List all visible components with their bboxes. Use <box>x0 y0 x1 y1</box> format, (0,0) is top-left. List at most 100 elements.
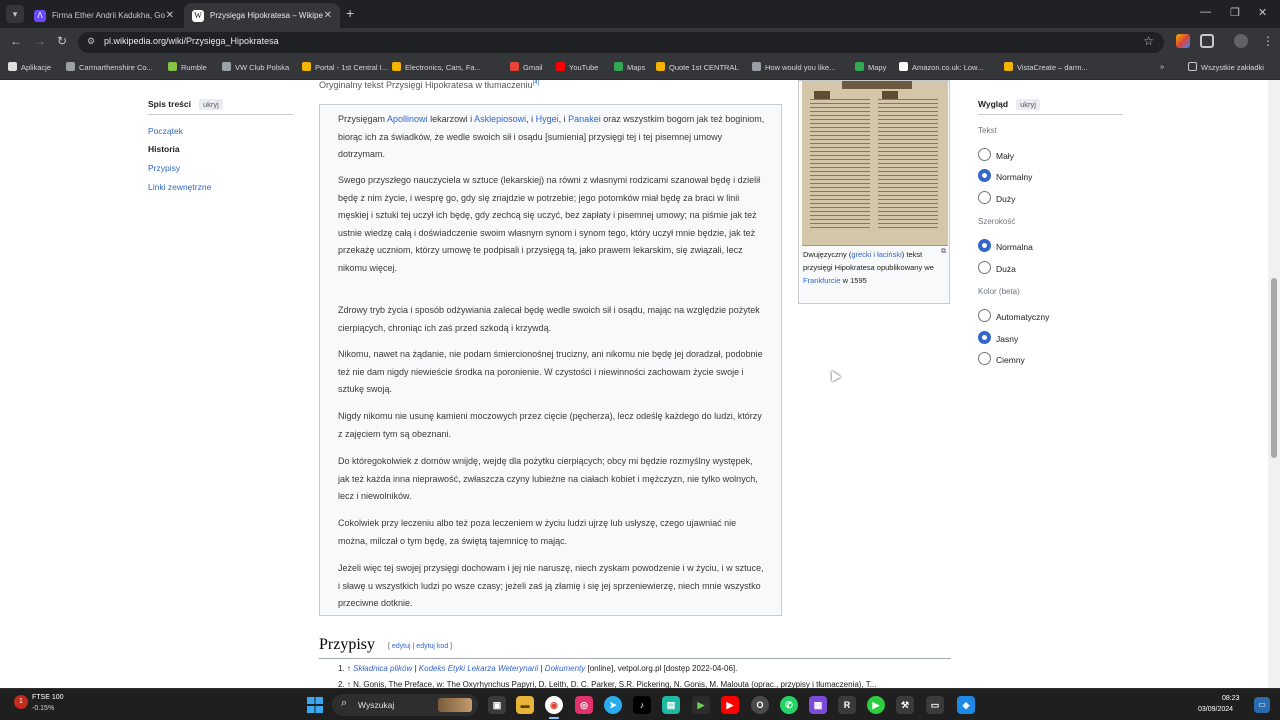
link-apollo[interactable]: Apollinowi <box>387 114 428 124</box>
radio-label[interactable]: Mały <box>996 151 1014 161</box>
purple-app-icon[interactable]: ▦ <box>809 696 827 714</box>
radio-color-dark[interactable] <box>978 352 991 365</box>
edit-link[interactable]: edytuj <box>392 643 411 650</box>
bookmark-item[interactable]: How would you like... <box>752 62 835 72</box>
appearance-hide-button[interactable]: ukryj <box>1016 99 1040 110</box>
windows-start-icon[interactable] <box>307 697 323 713</box>
edit-source-link[interactable]: edytuj kod <box>416 643 448 650</box>
bookmark-item[interactable]: Amazon.co.uk: Low... <box>899 62 983 72</box>
telegram-icon[interactable]: ➤ <box>604 696 622 714</box>
ref-link[interactable]: Kodeks Etyki Lekarza Weterynarii <box>419 664 538 673</box>
radio-width-wide[interactable] <box>978 261 991 274</box>
radio-label[interactable]: Duży <box>996 194 1015 204</box>
notification-center-icon[interactable]: ▭ <box>1254 697 1270 713</box>
bookmark-item[interactable]: Carmarthenshire Co... <box>66 62 153 72</box>
r-app-icon[interactable]: R <box>838 696 856 714</box>
radio-label[interactable]: Duża <box>996 264 1016 274</box>
ref-link[interactable]: Składnica plików <box>353 664 412 673</box>
link-greek-latin[interactable]: grecki i łaciński <box>851 250 901 259</box>
whatsapp-icon[interactable]: ✆ <box>780 696 798 714</box>
page-scrollbar[interactable] <box>1268 80 1280 688</box>
site-info-icon[interactable]: ⚙ <box>87 36 95 47</box>
bookmark-star-icon[interactable]: ☆ <box>1143 34 1154 48</box>
radio-color-light[interactable] <box>978 331 991 344</box>
radio-label[interactable]: Normalna <box>996 242 1033 252</box>
toc-item-linki-zewnetrzne[interactable]: Linki zewnętrzne <box>148 182 211 192</box>
youtube-icon[interactable]: ▶ <box>721 696 739 714</box>
toc-hide-button[interactable]: ukryj <box>199 99 223 110</box>
bookmark-item[interactable]: VW Club Polska <box>222 62 289 72</box>
close-tab-icon[interactable]: ✕ <box>324 3 332 28</box>
clock-time[interactable]: 08:23 <box>1222 695 1240 702</box>
tools-icon[interactable]: ⚒ <box>896 696 914 714</box>
tiktok-icon[interactable]: ♪ <box>633 696 651 714</box>
reference-link[interactable]: [4] <box>533 80 540 86</box>
extensions-puzzle-icon[interactable] <box>1200 34 1214 48</box>
chrome-icon[interactable]: ◉ <box>545 696 563 714</box>
network-app-icon[interactable]: ◈ <box>957 696 975 714</box>
teal-app-icon[interactable]: ▤ <box>662 696 680 714</box>
bookmark-item[interactable]: VistaCreate – darm... <box>1004 62 1088 72</box>
radio-width-normal[interactable] <box>978 239 991 252</box>
ref-link[interactable]: Dokumenty <box>545 664 585 673</box>
tab-firma-ether[interactable]: Λ Firma Ether Andrii Kadukha, Go ✕ <box>26 3 182 28</box>
enlarge-icon[interactable]: ⧉ <box>941 248 946 256</box>
close-tab-icon[interactable]: ✕ <box>166 3 174 28</box>
profile-avatar-icon[interactable] <box>1234 34 1248 48</box>
bookmark-item[interactable]: Mapy <box>855 62 886 72</box>
file-explorer-icon[interactable]: ▬ <box>516 696 534 714</box>
stock-widget-icon[interactable]: 1 <box>14 695 28 709</box>
link-asklepios[interactable]: Asklepiosowi <box>474 114 526 124</box>
window-close-icon[interactable]: ✕ <box>1258 6 1267 19</box>
minimize-icon[interactable]: — <box>1200 6 1211 18</box>
bookmark-item[interactable]: Maps <box>614 62 645 72</box>
bookmark-item[interactable]: Portal - 1st Central I... <box>302 62 388 72</box>
toc-item-przypisy[interactable]: Przypisy <box>148 163 180 173</box>
rumble-icon[interactable]: ▶ <box>867 696 885 714</box>
scrollbar-thumb[interactable] <box>1271 278 1277 458</box>
link-hygeia[interactable]: Hygei <box>536 114 559 124</box>
task-view-icon[interactable]: ▣ <box>488 696 506 714</box>
console-icon[interactable]: ▭ <box>926 696 944 714</box>
radio-text-large[interactable] <box>978 191 991 204</box>
clock-date[interactable]: 03/09/2024 <box>1198 706 1233 713</box>
extension-icon[interactable] <box>1176 34 1190 48</box>
bookmark-item[interactable]: YouTube <box>556 62 598 72</box>
back-arrow-icon[interactable]: ← <box>10 34 22 48</box>
forward-arrow-icon[interactable]: → <box>34 34 46 48</box>
play-store-icon[interactable]: ▶ <box>692 696 710 714</box>
link-frankfurt[interactable]: Frankfurcie <box>803 276 841 285</box>
new-tab-plus-icon[interactable]: + <box>346 6 354 20</box>
bookmark-item[interactable]: Electronics, Cars, Fa... <box>392 62 481 72</box>
all-bookmarks-folder[interactable]: Wszystkie zakładki <box>1188 62 1264 72</box>
taskbar-search[interactable]: ⌕ Wyszukaj <box>332 694 478 716</box>
radio-color-auto[interactable] <box>978 309 991 322</box>
instagram-icon[interactable]: ◎ <box>575 696 593 714</box>
radio-text-small[interactable] <box>978 148 991 161</box>
reload-icon[interactable]: ↻ <box>57 34 67 48</box>
radio-label[interactable]: Ciemny <box>996 355 1025 365</box>
bookmark-item[interactable]: Quote 1st CENTRAL <box>656 62 739 72</box>
manuscript-image[interactable] <box>802 81 948 246</box>
url-text[interactable]: pl.wikipedia.org/wiki/Przysięga_Hipokrat… <box>104 36 279 46</box>
toc-item-historia[interactable]: Historia <box>148 144 180 154</box>
radio-label[interactable]: Jasny <box>996 334 1018 344</box>
bookmarks-overflow-chevron-icon[interactable]: » <box>1160 62 1164 71</box>
tab-search-chevron-icon[interactable]: ▾ <box>6 5 24 23</box>
radio-text-normal[interactable] <box>978 169 991 182</box>
address-bar[interactable]: ⚙ pl.wikipedia.org/wiki/Przysięga_Hipokr… <box>78 32 1164 53</box>
link-panakeia[interactable]: Panakei <box>568 114 601 124</box>
stock-name[interactable]: FTSE 100 <box>32 694 64 701</box>
folder-icon <box>1188 62 1197 71</box>
bookmark-item[interactable]: Aplikacje <box>8 62 51 72</box>
menu-kebab-icon[interactable]: ⋮ <box>1262 34 1274 48</box>
bookmark-item[interactable]: Rumble <box>168 62 207 72</box>
bookmark-item[interactable]: Gmail <box>510 62 543 72</box>
opera-icon[interactable]: O <box>751 696 769 714</box>
toc-item-poczatek[interactable]: Początek <box>148 126 183 136</box>
radio-label[interactable]: Automatyczny <box>996 312 1049 322</box>
radio-label[interactable]: Normalny <box>996 172 1032 182</box>
appearance-title: Wygląd ukryj <box>978 99 1040 110</box>
maximize-icon[interactable]: ❐ <box>1230 6 1240 19</box>
tab-wikipedia[interactable]: W Przysięga Hipokratesa – Wikipe ✕ <box>184 3 340 28</box>
